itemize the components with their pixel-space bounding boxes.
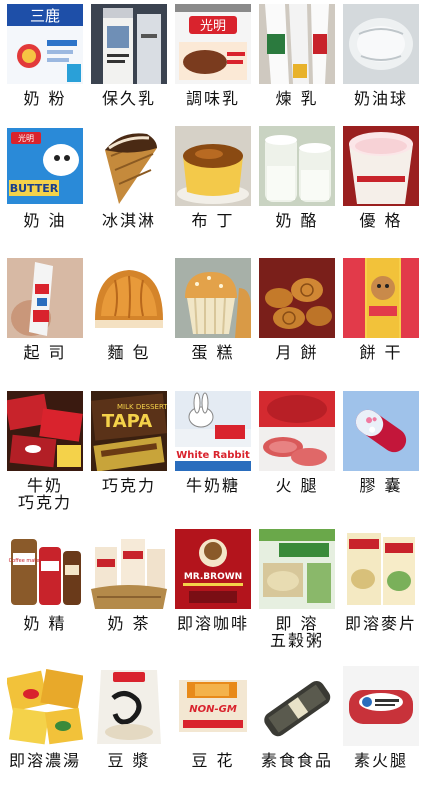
vegetarian-food-bag-icon (259, 666, 335, 746)
item-label: 調味乳 (185, 89, 240, 108)
pudding-icon (175, 126, 251, 206)
item-label: 奶 精 (23, 614, 67, 633)
item-label: 起 司 (23, 343, 67, 362)
svg-text:Coffee mate: Coffee mate (9, 558, 40, 564)
tofu-pudding-box-icon: NON-GM (175, 666, 251, 746)
item-label: 奶 酪 (275, 211, 319, 230)
ham-slices-icon (259, 391, 335, 471)
item-label-line-2: 五穀粥 (269, 631, 324, 650)
biscuit-boxes-icon (343, 258, 419, 338)
svg-text:NON-GM: NON-GM (189, 704, 237, 715)
vegetarian-ham-icon (343, 666, 419, 746)
item-label: 月 餅 (275, 343, 319, 362)
item-label: 奶 茶 (107, 614, 151, 633)
item-label: 牛奶 巧克力 (3, 477, 87, 511)
mooncakes-icon (259, 258, 335, 338)
svg-text:光明: 光明 (200, 19, 226, 34)
item-label: 奶 粉 (23, 89, 67, 108)
capsule-icon (343, 391, 419, 471)
svg-text:TAPA: TAPA (102, 411, 152, 432)
item-label: 奶 油 (23, 211, 67, 230)
item-label: 豆 花 (191, 751, 235, 770)
butter-pack-icon: 光明 BUTTER (7, 126, 83, 206)
chocolate-bars-icon (7, 391, 83, 471)
yogurt-jars-icon (259, 126, 335, 206)
ice-cream-cone-icon (91, 126, 167, 206)
yogurt-cup-icon (343, 126, 419, 206)
item-label: 冰淇淋 (101, 211, 156, 230)
food-grid: 三鹿 奶 粉 保久乳 光明 調味乳 煉 乳 奶油球 光明 BUTTER 奶 油 … (0, 0, 421, 800)
svg-text:White Rabbit: White Rabbit (176, 450, 250, 461)
item-label: 即溶麥片 (344, 614, 417, 633)
creamer-cup-icon (343, 4, 419, 84)
uht-milk-carton-icon (91, 4, 167, 84)
bread-loaf-icon (91, 258, 167, 338)
flavored-milk-carton-icon: 光明 (175, 4, 251, 84)
muffin-icon (175, 258, 251, 338)
soup-packets-icon (7, 666, 83, 746)
item-label: 餅 干 (359, 343, 403, 362)
item-label: 煉 乳 (275, 89, 319, 108)
svg-text:MR.BROWN: MR.BROWN (184, 572, 242, 582)
item-label: 優 格 (359, 211, 403, 230)
item-label: 奶油球 (353, 89, 408, 108)
coffee-mate-jars-icon: Coffee mate (7, 529, 83, 609)
item-label: 火 腿 (275, 476, 319, 495)
milk-powder-can-icon: 三鹿 (7, 4, 83, 84)
svg-text:MILK DESSERT: MILK DESSERT (117, 403, 167, 411)
item-label: 膠 囊 (359, 476, 403, 495)
item-label-line-2: 巧克力 (17, 493, 72, 512)
mr-brown-coffee-icon: MR.BROWN (175, 529, 251, 609)
white-rabbit-candy-icon: White Rabbit (175, 391, 251, 471)
item-label: 麵 包 (107, 343, 151, 362)
item-label: 巧克力 (101, 476, 156, 495)
grain-porridge-box-icon (259, 529, 335, 609)
item-label: 即 溶 五穀粥 (255, 615, 339, 649)
milk-tea-basket-icon (91, 529, 167, 609)
item-label: 牛奶糖 (185, 476, 240, 495)
tapa-chocolate-icon: MILK DESSERT TAPA (91, 391, 167, 471)
soy-milk-bag-icon (91, 666, 167, 746)
item-label: 素食食品 (260, 751, 333, 770)
svg-text:三鹿: 三鹿 (30, 7, 60, 25)
item-label: 蛋 糕 (191, 343, 235, 362)
condensed-milk-tube-icon (259, 4, 335, 84)
cheese-stick-icon (7, 258, 83, 338)
item-label: 即溶濃湯 (8, 751, 81, 770)
item-label: 素火腿 (353, 751, 408, 770)
svg-text:BUTTER: BUTTER (10, 182, 59, 195)
oatmeal-packs-icon (343, 529, 419, 609)
item-label: 保久乳 (101, 89, 156, 108)
svg-text:光明: 光明 (18, 133, 34, 143)
item-label: 布 丁 (191, 211, 235, 230)
item-label: 豆 漿 (107, 751, 151, 770)
item-label: 即溶咖啡 (176, 614, 249, 633)
